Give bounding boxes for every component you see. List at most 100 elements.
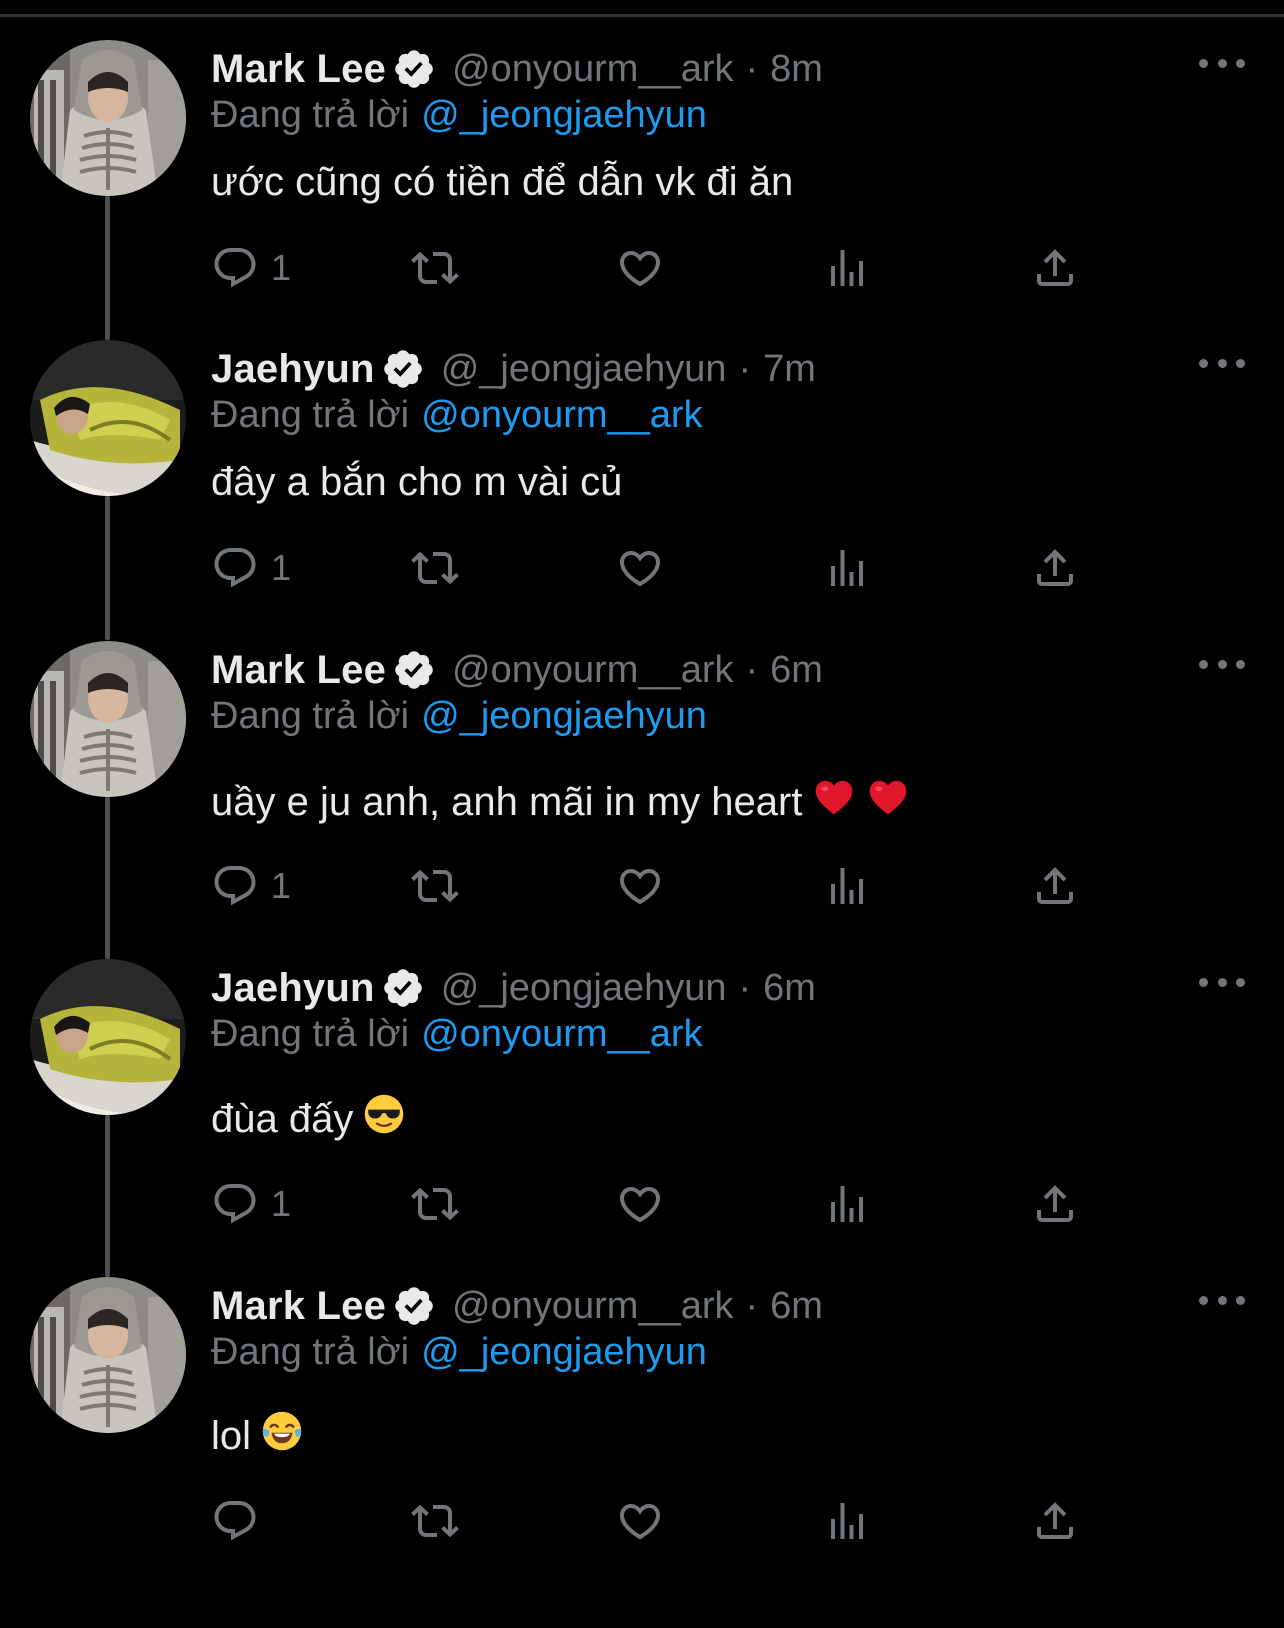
retweet-icon (411, 1497, 459, 1545)
more-options-icon[interactable] (1199, 1289, 1245, 1311)
like-icon (616, 244, 664, 292)
share-button[interactable] (1031, 1178, 1079, 1230)
timestamp[interactable]: 6m (770, 1285, 823, 1328)
tweet-header: Jaehyun @_jeongjaehyun · 7m (211, 346, 816, 392)
reply-button[interactable]: 1 (211, 860, 291, 912)
timestamp[interactable]: 7m (763, 348, 816, 391)
like-button[interactable] (616, 1495, 664, 1547)
replying-to: Đang trả lời @onyourm__ark (211, 1013, 703, 1056)
timestamp[interactable]: 8m (770, 48, 823, 91)
tweet[interactable]: Mark Lee @onyourm__ark · 8m Đang trả lời… (0, 40, 1284, 340)
mention-link[interactable]: @_jeongjaehyun (421, 94, 707, 136)
tweet-header: Mark Lee @onyourm__ark · 6m (211, 647, 823, 693)
red-heart-emoji (866, 775, 910, 829)
separator-dot: · (745, 648, 759, 691)
views-icon (823, 244, 871, 292)
like-icon (616, 862, 664, 910)
retweet-icon (411, 544, 459, 592)
more-options-icon[interactable] (1199, 352, 1245, 374)
retweet-button[interactable] (411, 1495, 459, 1547)
display-name[interactable]: Jaehyun (211, 347, 375, 392)
user-handle[interactable]: @onyourm__ark (452, 48, 733, 91)
tweet-text-content: lol (211, 1413, 252, 1458)
retweet-icon (411, 862, 459, 910)
share-button[interactable] (1031, 860, 1079, 912)
mention-link[interactable]: @onyourm__ark (421, 1013, 702, 1055)
display-name[interactable]: Mark Lee (211, 47, 386, 92)
views-icon (823, 544, 871, 592)
display-name[interactable]: Mark Lee (211, 1284, 386, 1329)
replying-to: Đang trả lời @_jeongjaehyun (211, 695, 707, 738)
display-name[interactable]: Mark Lee (211, 648, 386, 693)
more-options-icon[interactable] (1199, 971, 1245, 993)
avatar-mark-lee[interactable] (30, 641, 186, 797)
reply-button[interactable] (211, 1495, 271, 1547)
reply-button[interactable]: 1 (211, 542, 291, 594)
reply-count: 1 (271, 865, 292, 906)
share-icon (1031, 544, 1079, 592)
tweet-header: Mark Lee @onyourm__ark · 8m (211, 46, 823, 92)
separator-dot: · (738, 347, 752, 390)
avatar-jaehyun[interactable] (30, 959, 186, 1115)
views-button[interactable] (823, 242, 871, 294)
like-button[interactable] (616, 1178, 664, 1230)
user-handle[interactable]: @_jeongjaehyun (441, 967, 727, 1010)
mention-link[interactable]: @onyourm__ark (421, 394, 702, 436)
retweet-button[interactable] (411, 1178, 459, 1230)
retweet-button[interactable] (411, 542, 459, 594)
timestamp[interactable]: 6m (763, 967, 816, 1010)
like-button[interactable] (616, 860, 664, 912)
separator-dot: · (745, 47, 759, 90)
tweet[interactable]: Jaehyun @_jeongjaehyun · 6m Đang trả lời… (0, 959, 1284, 1277)
replying-to: Đang trả lời @_jeongjaehyun (211, 94, 707, 137)
views-button[interactable] (823, 1495, 871, 1547)
views-button[interactable] (823, 1178, 871, 1230)
retweet-button[interactable] (411, 860, 459, 912)
more-options-icon[interactable] (1199, 52, 1245, 74)
action-bar: 1 (211, 860, 1131, 912)
mention-link[interactable]: @_jeongjaehyun (421, 695, 707, 737)
share-icon (1031, 862, 1079, 910)
retweet-button[interactable] (411, 242, 459, 294)
user-handle[interactable]: @onyourm__ark (452, 649, 733, 692)
like-icon (616, 544, 664, 592)
separator-dot: · (745, 1284, 759, 1327)
separator-dot: · (738, 966, 752, 1009)
reply-button[interactable]: 1 (211, 242, 291, 294)
reply-icon (211, 544, 259, 592)
avatar-jaehyun[interactable] (30, 340, 186, 496)
like-icon (616, 1497, 664, 1545)
reply-icon (211, 1497, 259, 1545)
reply-button[interactable]: 1 (211, 1178, 291, 1230)
more-options-icon[interactable] (1199, 653, 1245, 675)
tweet-text: ước cũng có tiền để dẫn vk đi ăn (211, 160, 793, 205)
thread-connector-line (105, 196, 110, 340)
like-button[interactable] (616, 542, 664, 594)
share-icon (1031, 1180, 1079, 1228)
share-button[interactable] (1031, 1495, 1079, 1547)
tweet[interactable]: Jaehyun @_jeongjaehyun · 7m Đang trả lời… (0, 340, 1284, 640)
replying-to-label: Đang trả lời (211, 94, 410, 136)
user-handle[interactable]: @onyourm__ark (452, 1285, 733, 1328)
mention-link[interactable]: @_jeongjaehyun (421, 1331, 707, 1373)
share-button[interactable] (1031, 542, 1079, 594)
tweet[interactable]: Mark Lee @onyourm__ark · 6m Đang trả lời… (0, 1277, 1284, 1577)
tweet[interactable]: Mark Lee @onyourm__ark · 6m Đang trả lời… (0, 641, 1284, 959)
like-button[interactable] (616, 242, 664, 294)
replying-to: Đang trả lời @_jeongjaehyun (211, 1331, 707, 1374)
avatar-mark-lee[interactable] (30, 1277, 186, 1433)
avatar-mark-lee[interactable] (30, 40, 186, 196)
replying-to-label: Đang trả lời (211, 394, 410, 436)
verified-badge-icon (392, 47, 436, 91)
verified-badge-icon (392, 1284, 436, 1328)
display-name[interactable]: Jaehyun (211, 966, 375, 1011)
reply-icon (211, 1180, 259, 1228)
views-button[interactable] (823, 860, 871, 912)
timestamp[interactable]: 6m (770, 649, 823, 692)
like-icon (616, 1180, 664, 1228)
user-handle[interactable]: @_jeongjaehyun (441, 348, 727, 391)
views-button[interactable] (823, 542, 871, 594)
views-icon (823, 1180, 871, 1228)
reply-count: 1 (271, 547, 292, 588)
share-button[interactable] (1031, 242, 1079, 294)
